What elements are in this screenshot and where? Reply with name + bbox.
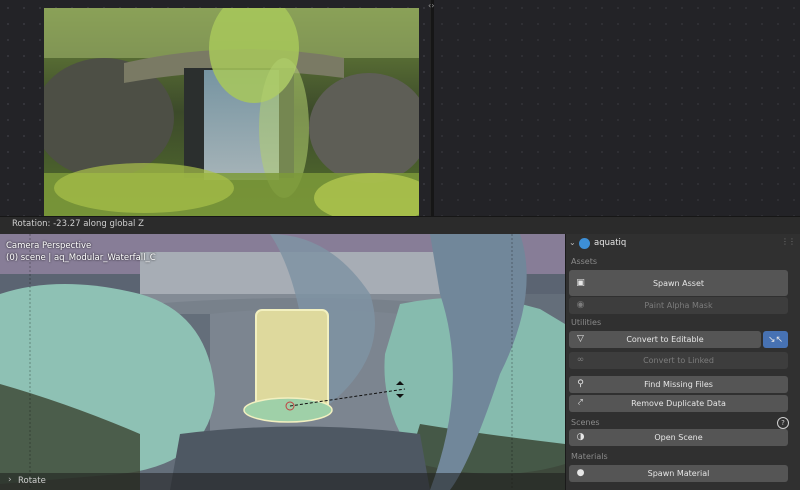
search-files-icon: ⚲ [577,379,584,389]
viewport-view-name: Camera Perspective [6,241,92,251]
convert-to-linked-button[interactable]: ∞ Convert to Linked [569,352,788,369]
section-assets: Assets [571,257,598,266]
empty-editor-pane[interactable] [434,0,800,216]
scene-icon: ◑ [576,432,585,442]
convert-to-editable-button[interactable]: ▽ Convert to Editable [569,331,761,348]
link-icon: ∞ [576,355,585,365]
last-operator-panel[interactable] [0,473,565,490]
spawn-asset-button[interactable]: ▣ Spawn Asset [569,270,788,296]
open-scene-button[interactable]: ◑ Open Scene [569,429,788,446]
status-text: Rotation: -23.27 along global Z [12,219,144,229]
spawn-material-button[interactable]: ● Spawn Material [569,465,788,482]
help-icon[interactable]: ? [777,417,789,429]
paint-alpha-mask-button[interactable]: ◉ Paint Alpha Mask [569,297,788,314]
aquatiq-logo-icon [579,238,590,249]
section-materials: Materials [571,452,608,461]
drag-handle-icon[interactable]: ⋮⋮ [781,237,796,246]
find-missing-files-button[interactable]: ⚲ Find Missing Files [569,376,788,393]
brush-icon: ◉ [576,300,585,310]
area-split-handle[interactable] [431,0,434,216]
split-arrows-icon[interactable]: ‹› [428,1,444,11]
collapse-arrows-icon: ↘↖ [767,334,784,345]
last-operator-label[interactable]: Rotate [18,476,46,486]
panel-title: aquatiq [594,238,627,248]
editable-toggle-button[interactable]: ↘↖ [763,331,788,348]
asset-icon: ▣ [576,278,585,288]
mesh-triangle-icon: ▽ [577,334,584,344]
section-utilities: Utilities [571,318,602,327]
remove-duplicate-data-button[interactable]: ⤤ Remove Duplicate Data [569,395,788,412]
3d-viewport[interactable] [0,234,565,490]
merge-icon: ⤤ [577,398,584,408]
viewport-object-info: (0) scene | aq_Modular_Waterfall_C [6,253,156,263]
material-sphere-icon: ● [576,468,585,478]
panel-header[interactable]: ⌄ aquatiq ⋮⋮ [566,236,800,252]
render-preview-image [44,8,419,216]
chevron-down-icon[interactable]: ⌄ [569,238,576,247]
chevron-right-icon[interactable]: › [8,475,12,485]
section-scenes: Scenes [571,418,600,427]
